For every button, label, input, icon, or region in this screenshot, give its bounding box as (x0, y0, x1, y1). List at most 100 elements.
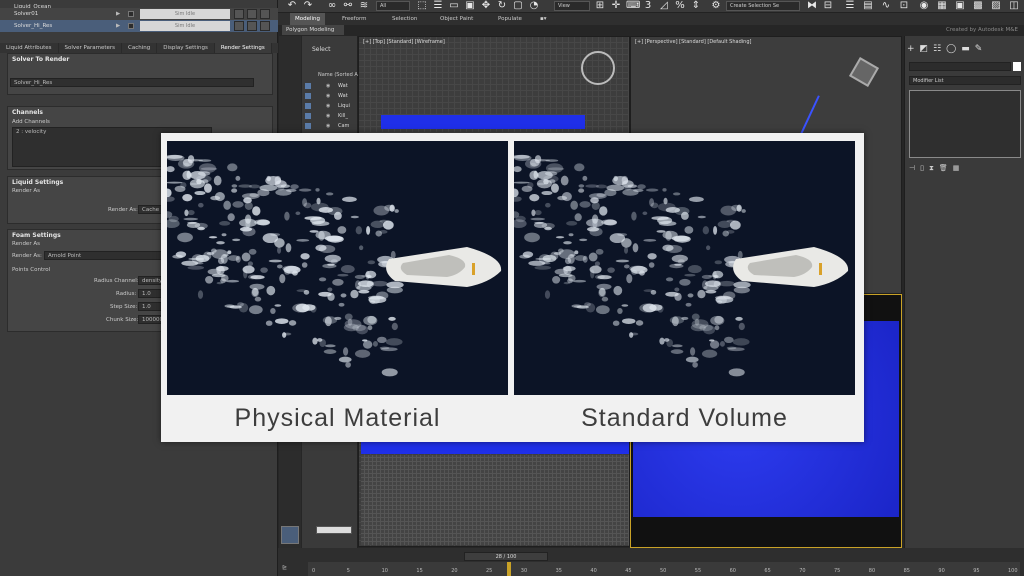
viewcube-icon[interactable] (848, 56, 880, 88)
section-header[interactable]: Solver To Render (8, 54, 272, 65)
tab-populate[interactable]: Populate (498, 13, 522, 25)
render-iterative-icon[interactable]: ▨ (990, 0, 1002, 12)
rotate-icon[interactable]: ↻ (496, 0, 508, 12)
tab-modeling[interactable]: Modeling (290, 13, 326, 25)
viewport-layout-icon[interactable] (281, 526, 299, 544)
snap-toggle-icon[interactable]: 3 (642, 0, 654, 12)
filter-icon[interactable] (305, 103, 311, 109)
modify-icon[interactable]: ◩ (920, 44, 934, 54)
unlink-icon[interactable]: ⚯ (342, 0, 354, 12)
edit-named-selection-icon[interactable]: ⚙ (710, 0, 722, 12)
material-editor-icon[interactable]: ◉ (918, 0, 930, 12)
viewport-caption[interactable]: [+] [Top] [Standard] [Wireframe] (363, 39, 445, 45)
percent-snap-icon[interactable]: % (674, 0, 686, 12)
filter-icon[interactable] (305, 123, 311, 129)
tab-freeform[interactable]: Freeform (342, 13, 367, 25)
timeline-expand-icon[interactable]: ⊵ (282, 564, 287, 571)
tree-row-solver01[interactable]: Solver01 ▶ Sim Idle (0, 8, 278, 20)
grid-icon[interactable] (260, 21, 270, 31)
reference-coordinate-dropdown[interactable]: View (554, 1, 590, 11)
render-cloud-icon[interactable]: ◫ (1008, 0, 1020, 12)
motion-icon[interactable]: ◯ (946, 44, 961, 54)
time-slider-thumb[interactable] (506, 562, 511, 576)
refresh-icon[interactable] (234, 9, 244, 19)
pin-stack-icon[interactable]: ⊣ (909, 164, 920, 172)
placement-icon[interactable]: ◔ (528, 0, 540, 12)
tab-object-paint[interactable]: Object Paint (440, 13, 473, 25)
solver-dropdown[interactable]: Solver_Hi_Res (10, 78, 254, 87)
redo-icon[interactable]: ↷ (302, 0, 314, 12)
list-item[interactable]: ◉ Kill_ (302, 112, 358, 120)
create-selection-set-dropdown[interactable]: Create Selection Se (726, 1, 800, 11)
select-menu[interactable]: Select (312, 46, 331, 53)
link-icon[interactable]: ∞ (326, 0, 338, 12)
rect-select-icon[interactable]: ▭ (448, 0, 460, 12)
tab-display-settings[interactable]: Display Settings (157, 43, 215, 53)
select-manipulate-icon[interactable]: ✛ (610, 0, 622, 12)
rendered-frame-icon[interactable]: ▣ (954, 0, 966, 12)
ribbon-options-icon[interactable]: ▪▾ (540, 13, 547, 25)
mirror-icon[interactable]: ⧓ (806, 0, 818, 12)
remove-modifier-icon[interactable]: 🗑 (939, 164, 953, 172)
undo-icon[interactable]: ↶ (286, 0, 298, 12)
viewport-caption[interactable]: [+] [Perspective] [Standard] [Default Sh… (635, 39, 751, 45)
list-item[interactable]: ◉ Wat (302, 82, 358, 90)
eye-icon[interactable]: ◉ (326, 122, 330, 130)
object-color-swatch[interactable] (1013, 62, 1021, 71)
make-unique-icon[interactable]: ⧗ (929, 164, 939, 172)
eye-icon[interactable]: ◉ (326, 112, 330, 120)
eye-icon[interactable]: ◉ (326, 102, 330, 110)
ribbon-toggle-icon[interactable]: ▤ (862, 0, 874, 12)
tab-caching[interactable]: Caching (122, 43, 158, 53)
layer-explorer-icon[interactable]: ☰ (844, 0, 856, 12)
object-name-field[interactable] (909, 62, 1011, 71)
select-by-name-icon[interactable]: ☰ (432, 0, 444, 12)
reload-icon[interactable] (247, 21, 257, 31)
filter-icon[interactable] (305, 113, 311, 119)
display-icon[interactable]: ▬ (961, 44, 975, 54)
eye-icon[interactable]: ◉ (326, 82, 330, 90)
list-item[interactable]: ◉ Cam (302, 122, 358, 130)
configure-sets-icon[interactable]: ▦ (953, 164, 965, 172)
move-icon[interactable]: ✥ (480, 0, 492, 12)
section-header[interactable]: Channels (8, 107, 272, 118)
tab-liquid-attributes[interactable]: Liquid Attributes (0, 43, 59, 53)
enable-checkbox[interactable] (128, 23, 134, 29)
explorer-scrollbar[interactable] (316, 526, 352, 534)
refresh-icon[interactable] (234, 21, 244, 31)
schematic-view-icon[interactable]: ⊡ (898, 0, 910, 12)
window-crossing-icon[interactable]: ▣ (464, 0, 476, 12)
list-item[interactable]: ◉ Liqui (302, 102, 358, 110)
select-object-icon[interactable]: ⬚ (416, 0, 428, 12)
hierarchy-icon[interactable]: ☷ (933, 44, 946, 54)
modifier-list-dropdown[interactable]: Modifier List (909, 76, 1021, 85)
frame-counter[interactable]: 28 / 100 (464, 552, 548, 561)
tab-render-settings[interactable]: Render Settings (214, 43, 272, 53)
grid-icon[interactable] (260, 9, 270, 19)
eye-icon[interactable]: ◉ (326, 92, 330, 100)
viewcube-icon[interactable] (581, 51, 615, 85)
reload-icon[interactable] (247, 9, 257, 19)
pivot-icon[interactable]: ⊞ (594, 0, 606, 12)
keyboard-shortcut-icon[interactable]: ⌨ (626, 0, 640, 12)
show-end-result-icon[interactable]: ▯ (920, 164, 929, 172)
play-arrow-icon[interactable]: ▶ (116, 8, 120, 20)
angle-snap-icon[interactable]: ◿ (658, 0, 670, 12)
curve-editor-icon[interactable]: ∿ (880, 0, 892, 12)
render-setup-icon[interactable]: ▦ (936, 0, 948, 12)
create-icon[interactable]: + (907, 44, 920, 54)
spinner-snap-icon[interactable]: ⇕ (690, 0, 702, 12)
scale-icon[interactable]: ▢ (512, 0, 524, 12)
foam-render-as-dropdown[interactable]: Arnold Point (44, 251, 164, 260)
filter-icon[interactable] (305, 93, 311, 99)
polygon-modeling-label[interactable]: Polygon Modeling (282, 25, 344, 35)
render-production-icon[interactable]: ▩ (972, 0, 984, 12)
utilities-icon[interactable]: ✎ (975, 44, 988, 54)
play-arrow-icon[interactable]: ▶ (116, 20, 120, 32)
bind-icon[interactable]: ≋ (358, 0, 370, 12)
tab-solver-parameters[interactable]: Solver Parameters (59, 43, 123, 53)
name-column-header[interactable]: Name (Sorted A (318, 72, 358, 78)
tree-row-solver-hi-res[interactable]: Solver_Hi_Res ▶ Sim Idle (0, 20, 278, 32)
selection-filter-dropdown[interactable]: All (376, 1, 410, 11)
tab-selection[interactable]: Selection (392, 13, 417, 25)
